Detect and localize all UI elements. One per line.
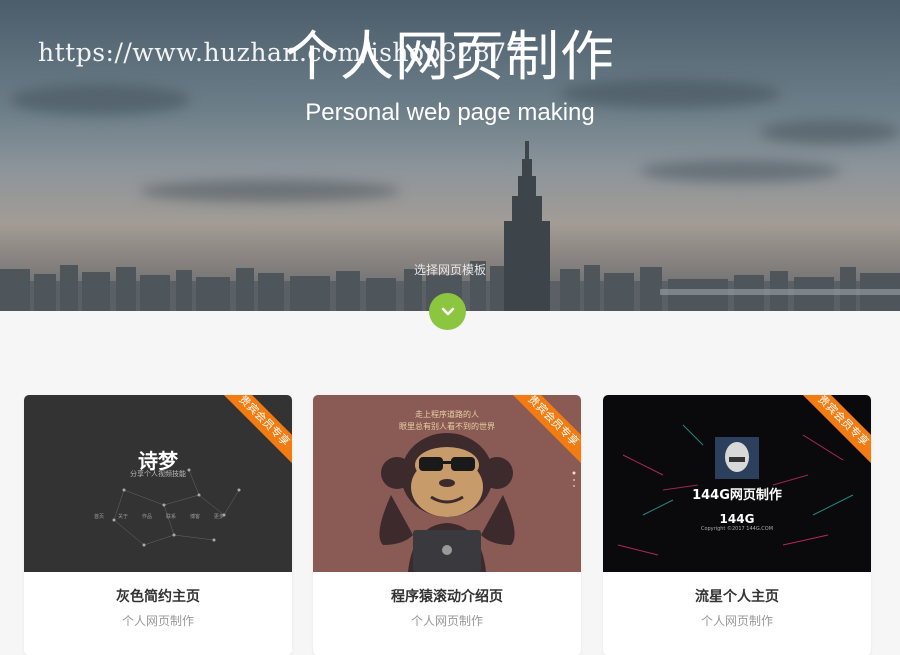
template-thumbnail[interactable]: 走上程序道路的人 眼里总有别人看不到的世界 贵宾会员专享: [313, 395, 581, 572]
thumb-nav-item: 更多: [213, 514, 224, 520]
chevron-down-icon: [441, 307, 454, 315]
template-card[interactable]: 诗梦 分享个人视频技能 首页 关于 作品 联系 博客 更多 贵宾会员专享 灰色简…: [24, 395, 292, 655]
vip-ribbon: 贵宾会员专享: [511, 395, 581, 465]
scroll-down-button[interactable]: [429, 293, 466, 330]
vip-ribbon-label: 贵宾会员专享: [511, 395, 581, 464]
hero-banner: https://www.huzhan.com/ishop32877 个人网页制作…: [0, 0, 900, 311]
page-title: 个人网页制作: [285, 25, 615, 88]
template-name[interactable]: 程序猿滚动介绍页: [313, 586, 581, 606]
thumb-nav-item: 博客: [189, 514, 200, 520]
template-thumbnail[interactable]: 诗梦 分享个人视频技能 首页 关于 作品 联系 博客 更多 贵宾会员专享: [24, 395, 292, 572]
template-name[interactable]: 流星个人主页: [603, 586, 871, 606]
vip-ribbon-label: 贵宾会员专享: [222, 395, 292, 464]
thumb-brand: 144G: [719, 512, 755, 526]
template-category: 个人网页制作: [410, 614, 483, 628]
page-subtitle: Personal web page making: [305, 99, 595, 126]
template-name[interactable]: 灰色简约主页: [24, 586, 292, 606]
vip-ribbon-label: 贵宾会员专享: [801, 395, 871, 464]
template-thumbnail[interactable]: 144G网页制作 144G Copyright ©2017 144G.COM 贵…: [603, 395, 871, 572]
template-card[interactable]: 144G网页制作 144G Copyright ©2017 144G.COM 贵…: [603, 395, 871, 655]
thumb-nav-item: 首页: [94, 514, 105, 520]
vip-ribbon: 贵宾会员专享: [801, 395, 871, 465]
city-skyline: [0, 141, 900, 311]
thumb-nav-item: 联系: [165, 514, 176, 520]
thumb-nav: 首页 关于 作品 联系 博客 更多: [94, 513, 224, 520]
thumb-heading: 144G网页制作: [692, 488, 782, 503]
template-category: 个人网页制作: [121, 614, 194, 628]
thumb-copyright: Copyright ©2017 144G.COM: [700, 526, 774, 532]
thumb-nav-item: 作品: [141, 514, 152, 520]
vip-ribbon: 贵宾会员专享: [222, 395, 292, 465]
thumb-tagline: 分享个人视频技能: [130, 470, 186, 478]
choose-template-hint: 选择网页模板: [413, 263, 486, 277]
thumb-nav-item: 关于: [117, 514, 128, 520]
template-category: 个人网页制作: [700, 614, 773, 628]
template-card[interactable]: 走上程序道路的人 眼里总有别人看不到的世界 贵宾会员专享 程序猿滚动介绍页 个人…: [313, 395, 581, 655]
